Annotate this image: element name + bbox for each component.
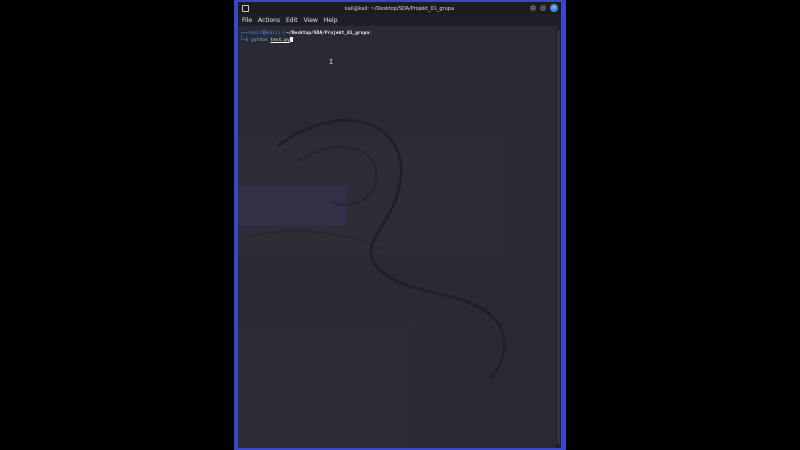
menu-view[interactable]: View (304, 17, 318, 24)
prompt-separator: )-[ (277, 31, 287, 36)
terminal-output-area[interactable]: ┌──(kali㉿kali)-[~/Desktop/SDA/Projekt_01… (238, 26, 556, 448)
menu-help[interactable]: Help (324, 17, 338, 24)
maximize-icon[interactable]: ▫ (540, 5, 546, 11)
terminal-scrollbar[interactable] (556, 26, 561, 448)
terminal-window: kali@kali: ~/Desktop/SDA/Projekt_01_grup… (234, 0, 566, 450)
mouse-ibeam-cursor: I (329, 58, 334, 66)
prompt-frame-bottom: └─$ (240, 38, 252, 43)
shell-prompt: ┌──(kali㉿kali)-[~/Desktop/SDA/Projekt_01… (240, 31, 372, 44)
close-icon[interactable]: × (550, 4, 558, 12)
minimize-icon[interactable]: – (530, 5, 536, 11)
scrollbar-thumb[interactable] (557, 30, 560, 444)
prompt-close: ] (369, 31, 372, 36)
menu-bar: File Actions Edit View Help (238, 15, 561, 26)
kali-dragon-watermark (238, 118, 506, 448)
prompt-user-host: kali㉿kali (251, 31, 278, 36)
menu-file[interactable]: File (242, 17, 252, 24)
terminal-app-icon[interactable] (242, 5, 249, 12)
command-text: python (251, 38, 268, 43)
command-argument: test.py (270, 38, 290, 43)
window-title: kali@kali: ~/Desktop/SDA/Projekt_01_grup… (344, 5, 455, 12)
menu-actions[interactable]: Actions (258, 17, 280, 24)
prompt-frame-top: ┌──( (240, 31, 252, 36)
window-controls: – ▫ × (530, 4, 558, 12)
desktop-background: kali@kali: ~/Desktop/SDA/Projekt_01_grup… (0, 0, 800, 450)
title-bar[interactable]: kali@kali: ~/Desktop/SDA/Projekt_01_grup… (238, 2, 561, 15)
text-cursor (289, 37, 293, 42)
prompt-cwd: ~/Desktop/SDA/Projekt_01_grupa (286, 31, 370, 36)
menu-edit[interactable]: Edit (286, 17, 298, 24)
terminal-window-frame: kali@kali: ~/Desktop/SDA/Projekt_01_grup… (238, 2, 561, 448)
